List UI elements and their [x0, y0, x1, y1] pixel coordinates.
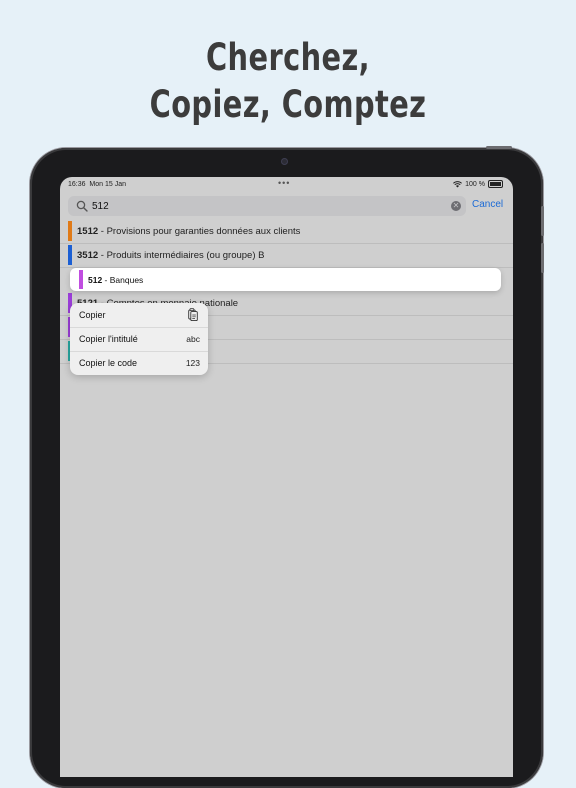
volume-button	[541, 206, 544, 236]
cancel-button[interactable]: Cancel	[472, 199, 503, 210]
search-field[interactable]: ✕	[68, 196, 466, 216]
context-menu: Copier Copier l'intitulé abc Copier le c…	[70, 303, 208, 375]
focused-item-text: 512 - Banques	[88, 275, 144, 285]
category-color-bar	[79, 270, 83, 289]
search-input[interactable]	[92, 198, 442, 214]
list-item[interactable]: 3512 - Produits intermédiaires (ou group…	[60, 243, 513, 268]
list-item-text: 1512 - Provisions pour garanties données…	[77, 226, 301, 237]
status-bar: 16:36 Mon 15 Jan ••• 100 %	[60, 177, 513, 193]
top-button	[486, 146, 512, 149]
menu-item-trailing-label: abc	[186, 334, 200, 344]
status-time-date: 16:36 Mon 15 Jan	[68, 181, 127, 188]
clipboard-icon	[188, 308, 198, 321]
wifi-icon	[453, 180, 463, 187]
menu-item-copy[interactable]: Copier	[70, 303, 208, 328]
clear-circle-icon[interactable]: ✕	[451, 201, 461, 211]
menu-item-copy-code[interactable]: Copier le code 123	[70, 351, 208, 375]
headline: Cherchez, Copiez, Comptez	[63, 34, 512, 128]
app-screen: 16:36 Mon 15 Jan ••• 100 % ✕ Cancel	[60, 177, 513, 777]
search-row: ✕ Cancel	[60, 195, 513, 217]
menu-item-copy-title[interactable]: Copier l'intitulé abc	[70, 327, 208, 352]
battery-icon	[488, 180, 503, 188]
list-item-text: 3512 - Produits intermédiaires (ou group…	[77, 250, 265, 261]
category-color-bar	[68, 221, 72, 241]
multitasking-dots[interactable]: •••	[278, 178, 290, 188]
battery-percent: 100 %	[465, 180, 485, 188]
status-right: 100 %	[453, 180, 503, 188]
front-camera	[281, 158, 288, 165]
category-color-bar	[68, 245, 72, 265]
menu-item-trailing-label: 123	[185, 358, 200, 368]
headline-line-1: Cherchez,	[205, 36, 371, 79]
list-item[interactable]: 1512 - Provisions pour garanties données…	[60, 219, 513, 244]
headline-line-2: Copiez, Comptez	[149, 83, 427, 126]
focused-list-item[interactable]: 512 - Banques	[70, 268, 501, 291]
volume-button-2	[541, 243, 544, 273]
magnifier-icon	[76, 200, 88, 212]
